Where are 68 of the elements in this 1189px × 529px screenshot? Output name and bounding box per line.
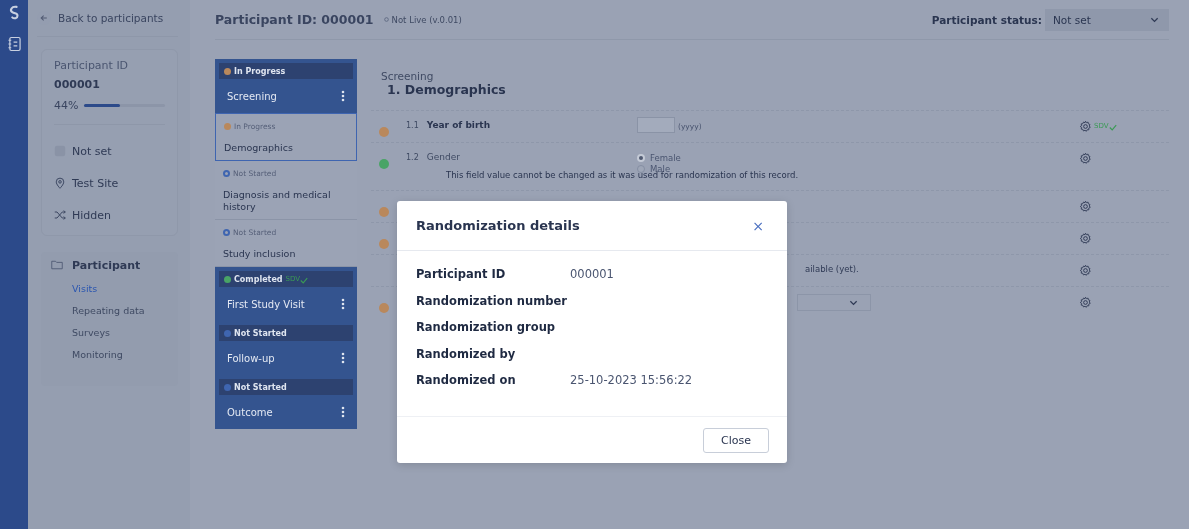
version-badge: Not Live (v.0.01) — [383, 14, 462, 25]
close-button[interactable]: Close — [703, 427, 769, 453]
more-options-icon — [341, 352, 345, 364]
progress-text: 44% — [54, 99, 79, 112]
phase-card[interactable]: Not Started Follow-up — [215, 321, 357, 375]
status-dropdown[interactable]: Not set — [1045, 8, 1169, 31]
more-options-icon — [341, 298, 345, 310]
field-label: Participant ID — [416, 267, 507, 283]
detail-label: Hidden — [72, 208, 112, 222]
dialog-title: Randomization details — [416, 218, 580, 233]
logo-icon[interactable] — [7, 4, 21, 22]
question-number: 1.1 — [406, 120, 419, 130]
phase-name: Outcome — [227, 406, 273, 418]
gear-icon — [1079, 200, 1092, 213]
field-label: Randomized on — [416, 373, 517, 389]
form-name: Study inclusion — [223, 248, 297, 260]
phase-status: Not Started — [234, 328, 287, 338]
gear-icon — [1079, 232, 1092, 245]
field-value: 000001 — [570, 267, 615, 283]
nav-link[interactable]: Monitoring — [72, 344, 178, 366]
section-title: Participant — [72, 258, 141, 272]
dropdown-field[interactable] — [797, 294, 871, 311]
more-options-icon — [341, 90, 345, 102]
form-title: 1. Demographics — [387, 82, 507, 97]
year-input-field[interactable] — [637, 117, 675, 133]
question-label: Year of birth — [426, 120, 491, 130]
gear-icon — [1079, 120, 1092, 133]
nav-link[interactable]: Visits — [72, 278, 178, 300]
form-name: Diagnosis and medical history — [223, 189, 332, 213]
field-label: Randomized by — [416, 346, 517, 363]
phase-status: In Progress — [234, 66, 286, 76]
phase-name: First Study Visit — [227, 298, 305, 310]
field-label: Randomization number — [416, 293, 568, 310]
phase-name: Follow-up — [227, 352, 275, 364]
field-value: 25-10-2023 15:56:22 — [570, 373, 694, 389]
participant-label: Participant ID — [54, 59, 130, 72]
info-text: ailable (yet). — [805, 264, 859, 274]
field-label: Randomization group — [416, 320, 557, 336]
gear-icon — [1079, 264, 1092, 277]
page-title: Participant ID: 000001 — [215, 12, 374, 27]
close-button[interactable]: × — [748, 217, 768, 234]
notebook-icon[interactable] — [7, 36, 21, 52]
back-link[interactable]: Back to participants — [37, 0, 178, 37]
gear-icon — [1079, 152, 1092, 165]
more-options-icon — [341, 406, 345, 418]
folder-icon — [51, 259, 63, 271]
form-name: Demographics — [224, 142, 294, 154]
status-label: Participant status: — [931, 13, 1042, 26]
detail-label: Test Site — [72, 176, 119, 190]
shuffle-icon — [54, 209, 66, 221]
phase-status: Not Started — [234, 382, 287, 392]
phase-name: Screening — [227, 90, 277, 102]
chevron-down-icon — [849, 299, 858, 306]
gear-icon — [1079, 296, 1092, 309]
chevron-down-icon[interactable] — [1150, 16, 1159, 23]
option-label: Female — [650, 152, 681, 163]
phase-status: Completed — [234, 274, 283, 284]
radio-button[interactable] — [637, 153, 645, 162]
nav-link[interactable]: Repeating data — [72, 300, 178, 322]
phase-card[interactable]: In Progress Screening — [215, 59, 357, 113]
section-label: Screening — [381, 70, 435, 82]
location-pin-icon — [54, 177, 66, 189]
question-number: 1.2 — [406, 152, 419, 162]
participant-id: 000001 — [54, 78, 101, 91]
detail-label: Not set — [72, 144, 112, 158]
phase-card[interactable]: Not Started Outcome — [215, 375, 357, 429]
nav-link[interactable]: Surveys — [72, 322, 178, 344]
question-label: Gender — [426, 152, 460, 162]
